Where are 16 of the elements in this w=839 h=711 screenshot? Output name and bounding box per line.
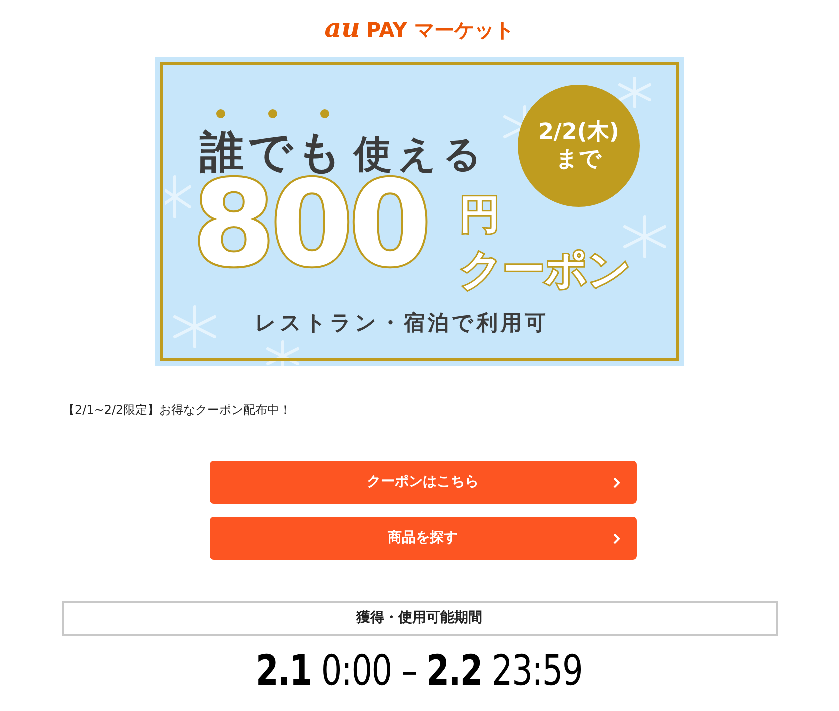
deadline-text: まで [556, 146, 602, 174]
logo-text: PAY マーケット [366, 20, 514, 40]
logo-mark: au [324, 16, 360, 42]
chevron-right-icon [612, 533, 620, 545]
action-button[interactable]: 商品を探す [210, 517, 636, 560]
coupon-text: クーポン [460, 249, 631, 291]
action-button[interactable]: クーポンはこちら [210, 461, 636, 504]
notice-text: 【2/1~2/2限定】お得なクーポン配布中！ [63, 402, 293, 419]
usage-text: レストラン・宿泊で利用可 [255, 313, 549, 334]
period-heading: 獲得・使用可能期間 [356, 609, 482, 628]
unit-text: 円 [460, 195, 500, 235]
period-text: 2.1 0:00 – 2.2 23:59 [256, 650, 583, 692]
emphasis-dots-icon [215, 109, 331, 119]
deadline-date: 2/2(木) [538, 118, 620, 146]
headline-text: 使える [354, 135, 488, 173]
chevron-right-icon [612, 477, 620, 489]
